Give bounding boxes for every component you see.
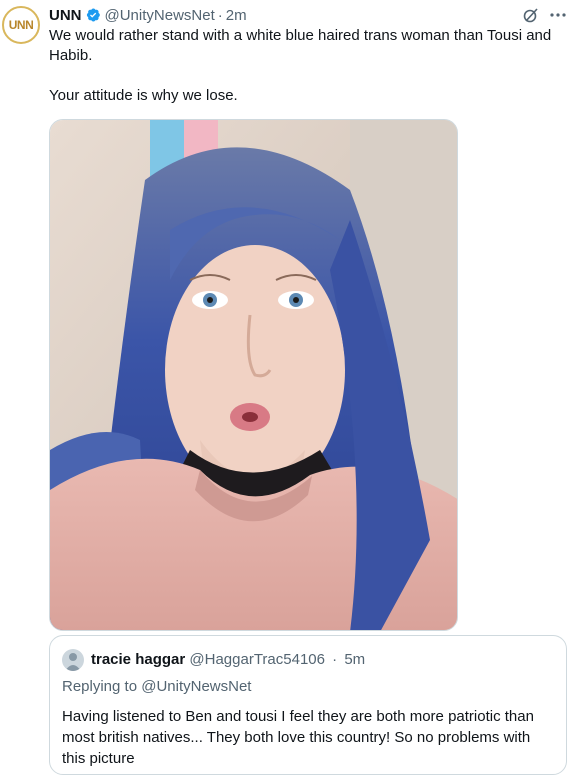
author-handle[interactable]: @UnityNewsNet <box>105 7 215 24</box>
quoted-tweet[interactable]: tracie haggar @HaggarTrac54106 · 5m Repl… <box>49 635 567 775</box>
quoted-post-time[interactable]: 5m <box>344 651 365 668</box>
replying-prefix: Replying to <box>62 678 142 695</box>
avatar-logo-text: UNN <box>8 18 34 32</box>
separator-dot: · <box>332 651 338 668</box>
quoted-author-handle[interactable]: @HaggarTrac54106 <box>189 651 325 668</box>
tweet-photo[interactable] <box>49 119 458 631</box>
quoted-author-name[interactable]: tracie haggar <box>91 651 185 668</box>
tweet-text-line: Your attitude is why we lose. <box>49 87 238 104</box>
more-options-icon[interactable] <box>548 5 568 25</box>
tweet-text: We would rather stand with a white blue … <box>49 26 569 106</box>
quoted-text: Having listened to Ben and tousi I feel … <box>62 708 534 767</box>
replying-to: Replying to @UnityNewsNet <box>62 678 251 695</box>
quoted-header: tracie haggar @HaggarTrac54106 · 5m <box>91 651 365 668</box>
tweet-header: UNN @UnityNewsNet · 2m <box>49 5 247 25</box>
author-name[interactable]: UNN <box>49 7 82 24</box>
verified-badge-icon <box>85 7 101 23</box>
grok-icon[interactable] <box>522 6 540 24</box>
quoted-author-avatar[interactable] <box>62 649 84 671</box>
author-avatar[interactable]: UNN <box>2 6 40 44</box>
replying-mention[interactable]: @UnityNewsNet <box>141 678 251 695</box>
separator-dot: · <box>217 6 223 24</box>
post-time[interactable]: 2m <box>226 7 247 24</box>
tweet-text-line: We would rather stand with a white blue … <box>49 27 552 64</box>
selfie-photo-icon <box>50 120 457 630</box>
